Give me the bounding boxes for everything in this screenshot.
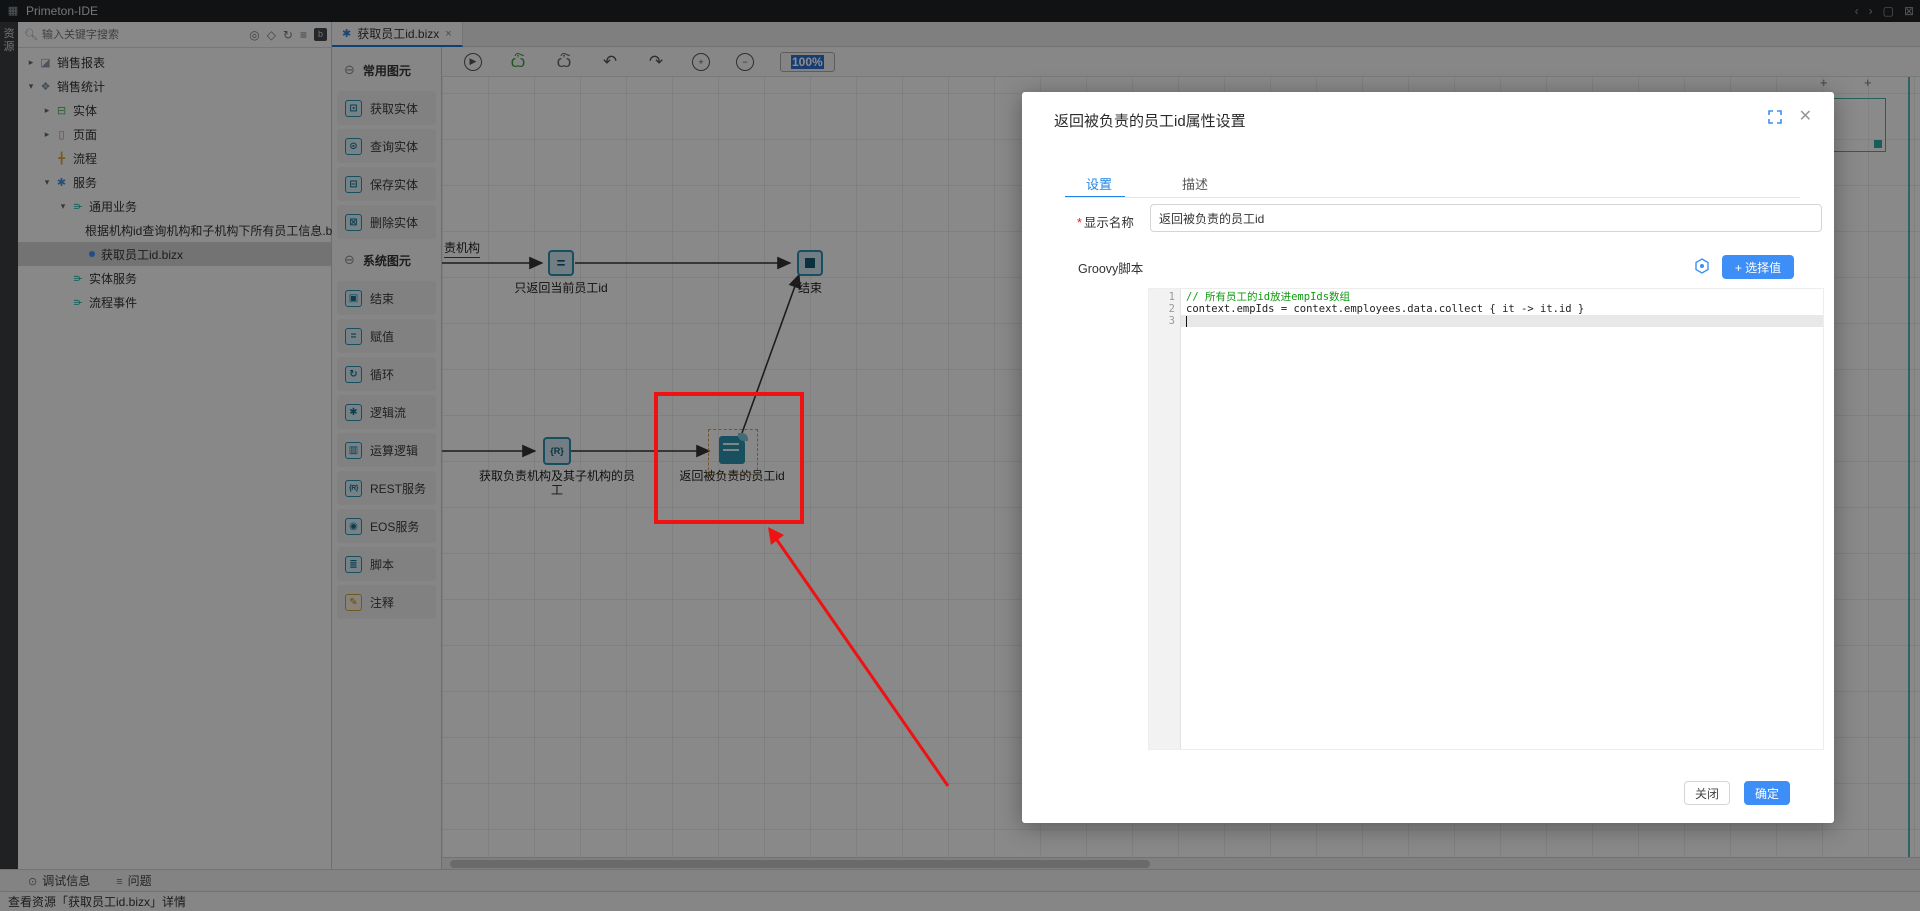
- expand-dialog-icon[interactable]: [1768, 110, 1782, 124]
- line-number: 1: [1149, 291, 1175, 303]
- properties-dialog: 返回被负责的员工id属性设置 ✕ 设置 描述 *显示名称 Groovy脚本 + …: [1022, 92, 1834, 823]
- tab-settings[interactable]: 设置: [1086, 174, 1112, 193]
- groovy-script-label: Groovy脚本: [1078, 258, 1143, 277]
- line-number-gutter: 123: [1149, 289, 1181, 749]
- dialog-title: 返回被负责的员工id属性设置: [1054, 110, 1246, 131]
- app-window: ▦ Primeton-IDE ‹ › ▢ ⊠ 资源 🔍︎ ◎◇↻≡b ▸◪销售报…: [0, 0, 1920, 911]
- code-line: // 所有员工的id放进empIds数组: [1181, 291, 1823, 303]
- text-cursor: [1186, 316, 1187, 327]
- display-name-label: *显示名称: [1077, 212, 1134, 231]
- required-asterisk: *: [1077, 216, 1082, 230]
- code-lines: // 所有员工的id放进empIds数组context.empIds = con…: [1181, 289, 1823, 327]
- line-number: 2: [1149, 303, 1175, 315]
- select-value-button[interactable]: + 选择值: [1722, 255, 1794, 279]
- line-number: 3: [1149, 315, 1175, 327]
- tab-description[interactable]: 描述: [1182, 174, 1208, 193]
- tab-divider: [1065, 197, 1800, 198]
- code-line: [1181, 315, 1823, 327]
- ai-assist-icon[interactable]: [1694, 258, 1710, 274]
- display-name-input[interactable]: [1150, 204, 1822, 232]
- ok-button[interactable]: 确定: [1744, 781, 1790, 805]
- groovy-code-editor[interactable]: 123 // 所有员工的id放进empIds数组context.empIds =…: [1148, 288, 1824, 750]
- close-dialog-icon[interactable]: ✕: [1799, 106, 1812, 126]
- close-button[interactable]: 关闭: [1684, 781, 1730, 805]
- code-line: context.empIds = context.employees.data.…: [1181, 303, 1823, 315]
